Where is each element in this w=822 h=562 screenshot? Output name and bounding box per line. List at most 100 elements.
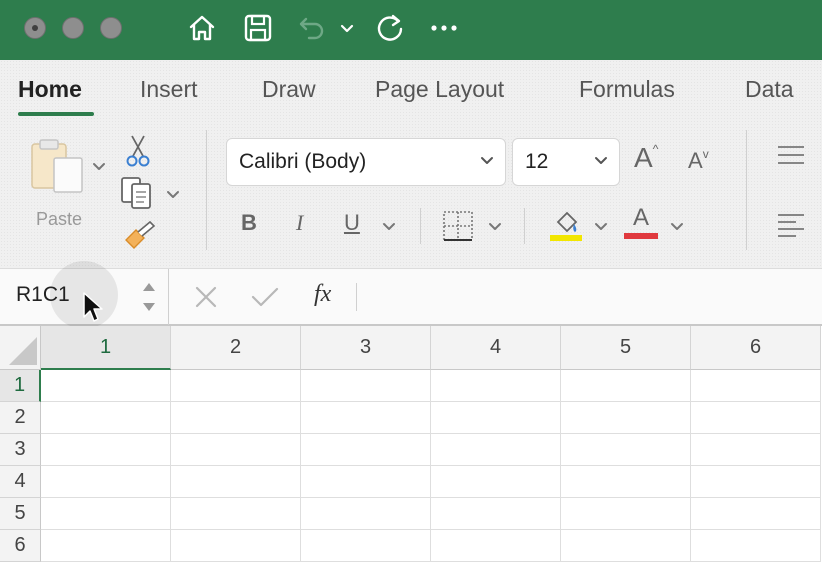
cell-R4C3[interactable] (301, 466, 431, 498)
tab-data[interactable]: Data (745, 76, 794, 103)
fill-color-options-chevron-down-icon[interactable] (594, 220, 608, 238)
row-header-4[interactable]: 4 (0, 466, 41, 498)
column-header-3[interactable]: 3 (301, 326, 431, 370)
formula-bar: R1C1 fx (0, 261, 822, 329)
undo-dropdown-chevron-down-icon[interactable] (336, 10, 358, 46)
worksheet-grid[interactable]: 123456 123456 (0, 326, 822, 562)
cell-R1C3[interactable] (301, 370, 431, 402)
row-header-5[interactable]: 5 (0, 498, 41, 530)
cell-R3C4[interactable] (431, 434, 561, 466)
cell-R4C2[interactable] (171, 466, 301, 498)
home-icon[interactable] (184, 10, 220, 46)
mouse-pointer-icon (83, 292, 103, 322)
select-all-corner[interactable] (0, 326, 41, 370)
formula-input[interactable] (366, 279, 816, 315)
cell-R1C4[interactable] (431, 370, 561, 402)
tab-insert[interactable]: Insert (140, 76, 198, 103)
grow-font-glyph: A (634, 142, 653, 173)
zoom-window-button[interactable] (100, 17, 122, 39)
cell-R6C4[interactable] (431, 530, 561, 562)
column-header-4[interactable]: 4 (431, 326, 561, 370)
tab-formulas[interactable]: Formulas (579, 76, 675, 103)
underline-options-chevron-down-icon[interactable] (382, 220, 396, 238)
close-window-button[interactable] (24, 17, 46, 39)
redo-icon[interactable] (372, 10, 408, 46)
insert-function-button[interactable]: fx (314, 281, 331, 308)
tab-page-layout[interactable]: Page Layout (375, 76, 504, 103)
row-header-2[interactable]: 2 (0, 402, 41, 434)
cell-R5C5[interactable] (561, 498, 691, 530)
font-size-dropdown[interactable]: 12 (512, 138, 620, 186)
cell-R2C6[interactable] (691, 402, 821, 434)
fill-color-icon[interactable] (548, 206, 584, 247)
cell-R2C3[interactable] (301, 402, 431, 434)
cut-icon[interactable] (124, 134, 152, 173)
undo-icon[interactable] (294, 10, 330, 46)
format-painter-icon[interactable] (122, 220, 156, 255)
column-header-6[interactable]: 6 (691, 326, 821, 370)
underline-button[interactable]: U (344, 210, 360, 236)
cell-R1C5[interactable] (561, 370, 691, 402)
cell-R5C2[interactable] (171, 498, 301, 530)
copy-icon[interactable] (120, 176, 156, 215)
cell-R3C5[interactable] (561, 434, 691, 466)
cell-R1C1[interactable] (41, 370, 171, 402)
align-left-icon[interactable] (776, 212, 806, 243)
borders-icon[interactable] (442, 210, 474, 247)
cell-R1C2[interactable] (171, 370, 301, 402)
cell-R2C5[interactable] (561, 402, 691, 434)
cell-R4C4[interactable] (431, 466, 561, 498)
font-color-options-chevron-down-icon[interactable] (670, 220, 684, 238)
font-color-button[interactable]: A (624, 204, 658, 239)
row-header-1[interactable]: 1 (0, 370, 41, 402)
tab-draw[interactable]: Draw (262, 76, 316, 103)
more-icon[interactable] (426, 10, 462, 46)
name-box[interactable]: R1C1 (0, 261, 169, 329)
column-header-2[interactable]: 2 (171, 326, 301, 370)
formula-divider (356, 283, 357, 311)
row-header-3[interactable]: 3 (0, 434, 41, 466)
copy-options-chevron-down-icon[interactable] (166, 188, 180, 206)
cell-R5C1[interactable] (41, 498, 171, 530)
cell-R4C6[interactable] (691, 466, 821, 498)
cell-R2C1[interactable] (41, 402, 171, 434)
column-header-1[interactable]: 1 (41, 326, 171, 370)
cell-R5C6[interactable] (691, 498, 821, 530)
cell-R6C6[interactable] (691, 530, 821, 562)
cell-R3C2[interactable] (171, 434, 301, 466)
cell-R6C3[interactable] (301, 530, 431, 562)
cell-R5C3[interactable] (301, 498, 431, 530)
cancel-edit-icon[interactable] (194, 285, 218, 314)
cell-R1C6[interactable] (691, 370, 821, 402)
tab-home[interactable]: Home (18, 76, 82, 103)
row-header-6[interactable]: 6 (0, 530, 41, 562)
paste-button[interactable] (26, 136, 88, 203)
paste-options-chevron-down-icon[interactable] (92, 160, 106, 178)
cell-R4C1[interactable] (41, 466, 171, 498)
cell-R3C6[interactable] (691, 434, 821, 466)
save-icon[interactable] (240, 10, 276, 46)
cell-R6C2[interactable] (171, 530, 301, 562)
cell-R2C4[interactable] (431, 402, 561, 434)
cell-R2C2[interactable] (171, 402, 301, 434)
font-color-swatch (624, 233, 658, 239)
decrease-font-size-button[interactable]: Av (688, 147, 709, 174)
column-header-5[interactable]: 5 (561, 326, 691, 370)
cell-R6C5[interactable] (561, 530, 691, 562)
cell-R5C4[interactable] (431, 498, 561, 530)
ribbon: Home Insert Draw Page Layout Formulas Da… (0, 60, 822, 268)
cell-R6C1[interactable] (41, 530, 171, 562)
borders-options-chevron-down-icon[interactable] (488, 220, 502, 238)
align-top-icon[interactable] (776, 144, 806, 173)
cell-R3C1[interactable] (41, 434, 171, 466)
group-divider (420, 208, 421, 244)
cell-R4C5[interactable] (561, 466, 691, 498)
cell-R3C3[interactable] (301, 434, 431, 466)
font-name-dropdown[interactable]: Calibri (Body) (226, 138, 506, 186)
minimize-window-button[interactable] (62, 17, 84, 39)
confirm-edit-icon[interactable] (250, 285, 280, 314)
bold-button[interactable]: B (241, 210, 257, 236)
increase-font-size-button[interactable]: A^ (634, 142, 658, 174)
italic-button[interactable]: I (296, 210, 303, 236)
name-box-stepper-icon[interactable] (140, 277, 158, 317)
